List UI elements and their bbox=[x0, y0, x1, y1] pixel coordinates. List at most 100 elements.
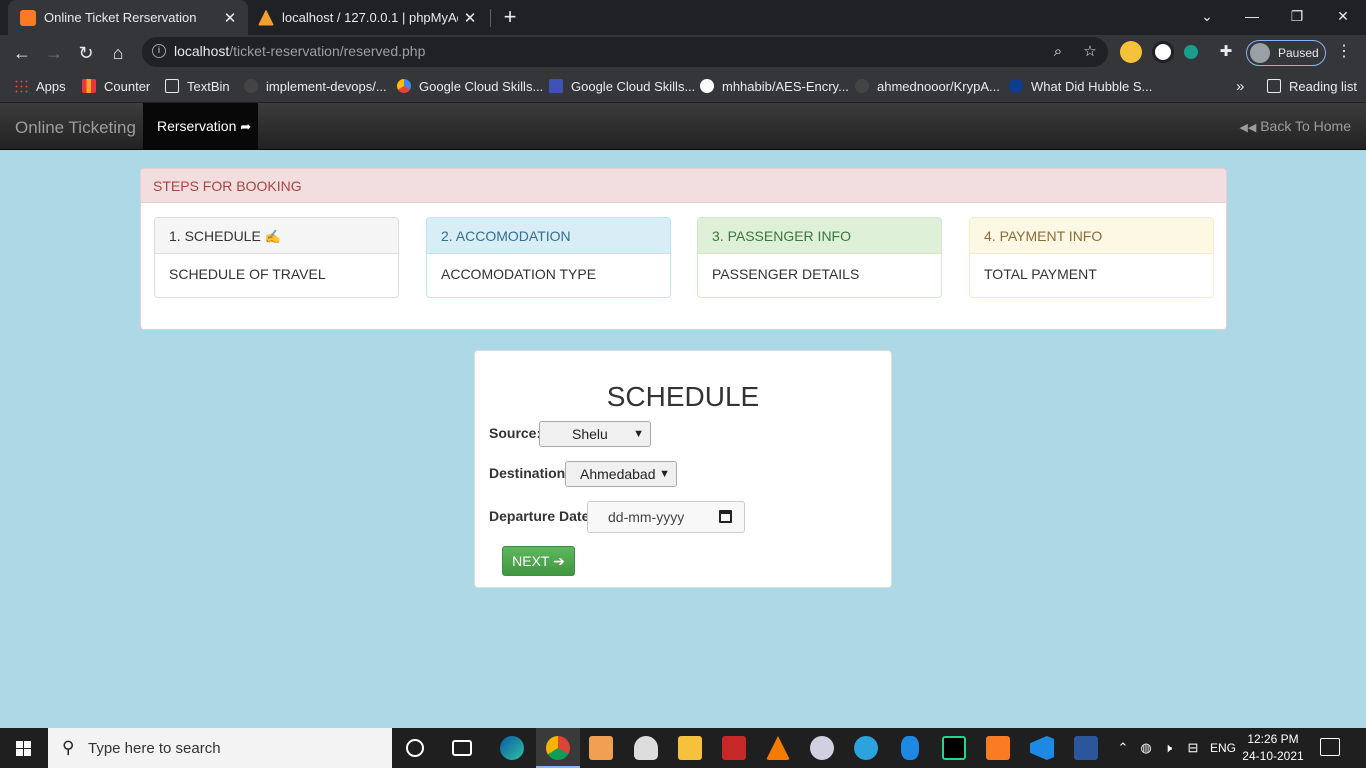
windows-taskbar: ⚲ Type here to search ⌃ ◍ 🕨 ⊟ ENG 12:26 … bbox=[0, 728, 1366, 768]
filezilla-icon[interactable] bbox=[722, 736, 746, 760]
home-icon[interactable]: ⌂ bbox=[103, 38, 133, 68]
system-clock[interactable]: 12:26 PM 24-10-2021 bbox=[1238, 731, 1308, 765]
cortana-icon[interactable] bbox=[406, 739, 424, 757]
chevron-down-icon: ▼ bbox=[659, 468, 670, 480]
bookmark-aes-encry[interactable]: mhhabib/AES-Encry... bbox=[700, 75, 849, 97]
step-payment-info: 4. PAYMENT INFO TOTAL PAYMENT bbox=[969, 217, 1214, 298]
browser-tab-strip: Online Ticket Rerservation ✕ localhost /… bbox=[0, 0, 1366, 35]
step-title: 3. PASSENGER INFO bbox=[698, 218, 941, 254]
tab-title: localhost / 127.0.0.1 | phpMyAdm bbox=[282, 10, 458, 25]
phpmyadmin-favicon-icon bbox=[258, 9, 274, 26]
back-arrow-icon[interactable]: ← bbox=[7, 38, 37, 68]
paint-icon[interactable] bbox=[810, 736, 834, 760]
tab-online-ticket-reservation[interactable]: Online Ticket Rerservation ✕ bbox=[8, 0, 248, 35]
clock-time: 12:26 PM bbox=[1247, 732, 1299, 746]
destination-select[interactable]: Ahmedabad ▼ bbox=[565, 461, 677, 487]
bluetooth-icon[interactable] bbox=[901, 736, 919, 760]
restore-icon[interactable]: ❐ bbox=[1274, 0, 1320, 35]
bookmarks-overflow-icon[interactable]: » bbox=[1236, 75, 1244, 97]
apps-grid-icon bbox=[14, 79, 28, 93]
bookmark-star-icon[interactable]: ☆ bbox=[1080, 42, 1100, 62]
nav-item-reservation[interactable]: Rerservation ➦ bbox=[143, 103, 258, 150]
edge-icon[interactable] bbox=[500, 736, 524, 760]
chrome-menu-icon[interactable]: ⋮ bbox=[1334, 40, 1354, 64]
extensions-puzzle-icon[interactable]: ✚ bbox=[1215, 41, 1237, 63]
back-to-home-link[interactable]: ◀◀ Back To Home bbox=[1239, 118, 1351, 134]
language-indicator[interactable]: ENG bbox=[1207, 728, 1239, 768]
bookmark-textbin[interactable]: TextBin bbox=[165, 75, 230, 97]
bookmark-google-cloud-2[interactable]: Google Cloud Skills... bbox=[549, 75, 695, 97]
close-window-icon[interactable]: ✕ bbox=[1320, 0, 1366, 35]
tab-close-icon[interactable]: ✕ bbox=[458, 9, 482, 27]
vscode-icon[interactable] bbox=[1030, 736, 1054, 760]
bookmark-implement-devops[interactable]: implement-devops/... bbox=[244, 75, 387, 97]
edit-note-icon bbox=[165, 79, 179, 93]
vlc-icon[interactable] bbox=[766, 736, 790, 760]
step-passenger-info: 3. PASSENGER INFO PASSENGER DETAILS bbox=[697, 217, 942, 298]
departure-date-label: Departure Date: bbox=[489, 508, 595, 524]
taskbar-search-input[interactable]: ⚲ Type here to search bbox=[48, 728, 392, 768]
form-title: SCHEDULE bbox=[606, 381, 760, 412]
volume-muted-icon[interactable]: 🕨 bbox=[1158, 728, 1178, 768]
xampp-icon[interactable] bbox=[986, 736, 1010, 760]
xampp-favicon-icon bbox=[20, 9, 36, 26]
bookmarks-bar: Apps Counter TextBin implement-devops/..… bbox=[0, 70, 1366, 103]
tab-search-icon[interactable]: ⌄ bbox=[1184, 0, 1230, 35]
brand-link[interactable]: Online Ticketing bbox=[15, 118, 136, 138]
grammarly-extension-icon[interactable] bbox=[1184, 45, 1198, 59]
steps-heading: STEPS FOR BOOKING bbox=[141, 169, 1226, 203]
media-player-icon[interactable] bbox=[589, 736, 613, 760]
ethernet-icon[interactable]: ⊟ bbox=[1182, 728, 1204, 768]
word-icon[interactable] bbox=[1074, 736, 1098, 760]
counter-chart-icon bbox=[82, 79, 96, 93]
network-globe-icon[interactable]: ◍ bbox=[1136, 728, 1156, 768]
bookmark-apps[interactable]: Apps bbox=[14, 75, 66, 97]
profile-button[interactable]: Paused bbox=[1246, 40, 1326, 66]
backward-icon: ◀◀ bbox=[1239, 122, 1257, 134]
telegram-icon[interactable] bbox=[854, 736, 878, 760]
calendar-icon[interactable] bbox=[719, 510, 732, 523]
bookmark-counter[interactable]: Counter bbox=[82, 75, 150, 97]
show-hidden-icons-icon[interactable]: ⌃ bbox=[1114, 728, 1132, 768]
kali-linux-icon[interactable] bbox=[634, 736, 658, 760]
source-select[interactable]: Shelu ▼ bbox=[539, 421, 651, 447]
notification-icon[interactable] bbox=[1320, 738, 1340, 756]
tab-phpmyadmin[interactable]: localhost / 127.0.0.1 | phpMyAdm ✕ bbox=[248, 0, 488, 35]
destination-label: Destination: bbox=[489, 465, 570, 481]
bookmark-krypa[interactable]: ahmednooor/KrypA... bbox=[855, 75, 1000, 97]
site-navbar: Online Ticketing Rerservation ➦ ◀◀ Back … bbox=[0, 103, 1366, 150]
step-accomodation: 2. ACCOMODATION ACCOMODATION TYPE bbox=[426, 217, 671, 298]
chrome-icon bbox=[546, 736, 570, 760]
forward-arrow-icon[interactable]: → bbox=[39, 38, 69, 68]
next-button[interactable]: NEXT ➔ bbox=[502, 546, 575, 576]
browser-toolbar: ← → ↻ ⌂ i localhost/ticket-reservation/r… bbox=[0, 35, 1366, 70]
tab-close-icon[interactable]: ✕ bbox=[218, 9, 242, 27]
profile-status: Paused bbox=[1278, 46, 1319, 60]
clock-date: 24-10-2021 bbox=[1242, 749, 1304, 763]
lock-extension-icon[interactable] bbox=[1152, 41, 1174, 63]
tab-separator bbox=[490, 9, 491, 27]
task-view-icon[interactable] bbox=[452, 740, 472, 756]
address-bar[interactable]: i localhost/ticket-reservation/reserved.… bbox=[142, 37, 1108, 67]
departure-date-input[interactable]: dd-mm-yyyy bbox=[587, 501, 745, 533]
step-description: TOTAL PAYMENT bbox=[984, 266, 1097, 282]
avatar bbox=[1250, 43, 1270, 63]
reload-icon[interactable]: ↻ bbox=[71, 38, 101, 68]
minimize-icon[interactable]: — bbox=[1229, 0, 1275, 35]
windows-start-icon[interactable] bbox=[0, 728, 48, 768]
new-tab-icon[interactable]: + bbox=[496, 3, 524, 31]
emoji-extension-icon[interactable] bbox=[1120, 41, 1142, 63]
step-title: 2. ACCOMODATION bbox=[427, 218, 670, 254]
bookmark-google-cloud-1[interactable]: Google Cloud Skills... bbox=[397, 75, 543, 97]
step-schedule: 1. SCHEDULE ✍ SCHEDULE OF TRAVEL bbox=[154, 217, 399, 298]
bookmark-hubble[interactable]: What Did Hubble S... bbox=[1009, 75, 1152, 97]
share-arrow-icon: ➦ bbox=[240, 119, 252, 134]
chrome-taskbar-button[interactable] bbox=[536, 728, 580, 768]
steps-panel: STEPS FOR BOOKING 1. SCHEDULE ✍ SCHEDULE… bbox=[140, 168, 1227, 330]
reading-list-button[interactable]: Reading list bbox=[1267, 75, 1357, 97]
check-edit-icon: ✍ bbox=[264, 229, 281, 244]
file-explorer-icon[interactable] bbox=[678, 736, 702, 760]
pycharm-icon[interactable] bbox=[942, 736, 966, 760]
zoom-icon[interactable]: ⌕ bbox=[1048, 42, 1068, 62]
site-info-icon[interactable]: i bbox=[152, 44, 166, 58]
